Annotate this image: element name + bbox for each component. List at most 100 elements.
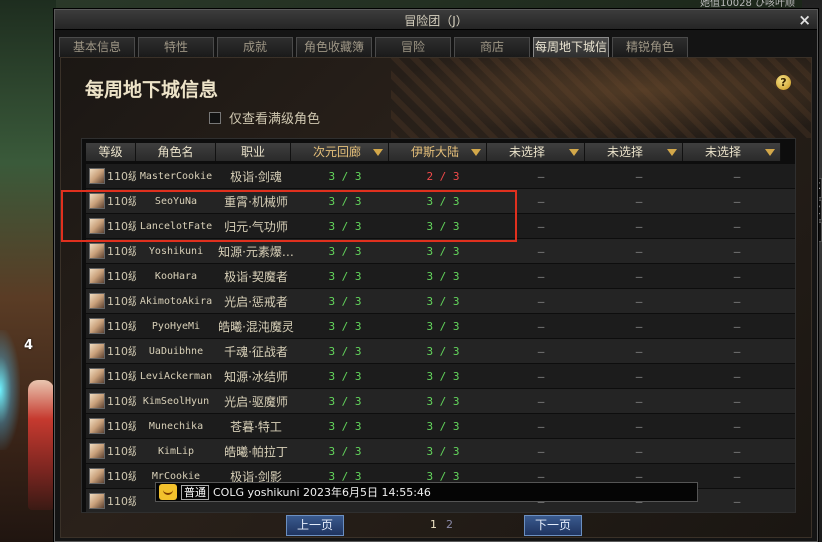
level-cell: 110级 [86,218,136,234]
avatar [89,243,105,259]
dungeon-select-3[interactable]: 未选择 [487,143,585,161]
table-row[interactable]: 110级 LancelotFate 归元·气功师 3 / 3 3 / 3 – –… [86,214,795,239]
dropdown-arrow-icon [471,149,481,156]
dungeon-select-4[interactable]: 未选择 [585,143,683,161]
dungeon-1-count: 3 / 3 [328,244,362,258]
level-cell: 110级 [86,493,136,509]
table-row[interactable]: 110级 MasterCookie 极诣·剑魂 3 / 3 2 / 3 – – … [86,164,795,189]
table-row[interactable]: 110级 SeoYuNa 重霄·机械师 3 / 3 3 / 3 – – – [86,189,795,214]
dungeon-3-count: – [537,344,545,358]
level-cell: 110级 [86,293,136,309]
character-job: 苍暮·特工 [230,419,282,434]
prev-page-button[interactable]: 上一页 [286,515,344,536]
table-row[interactable]: 110级 LeviAckerman 知源·冰结师 3 / 3 3 / 3 – –… [86,364,795,389]
dungeon-5-count: – [733,319,741,333]
dungeon-select-1[interactable]: 次元回廊 [291,143,389,161]
close-icon[interactable]: × [798,10,811,30]
dungeon-2-count: 3 / 3 [426,344,460,358]
page-number-1[interactable]: 1 [430,518,437,531]
dungeon-5-count: – [733,219,741,233]
table-row[interactable]: 110级 Munechika 苍暮·特工 3 / 3 3 / 3 – – – [86,414,795,439]
chat-message-text: COLG yoshikuni 2023年6月5日 14:55:46 [213,486,431,499]
character-name: UaDuibhne [148,345,204,357]
panel-decoration [391,58,811,138]
dungeon-2-count: 3 / 3 [426,469,460,483]
avatar [89,193,105,209]
tab-traits[interactable]: 特性 [138,37,214,57]
dungeon-select-5[interactable]: 未选择 [683,143,781,161]
character-name: KimSeolHyun [142,395,210,407]
dungeon-3-count: – [537,169,545,183]
chat-message-bar[interactable]: 普通 COLG yoshikuni 2023年6月5日 14:55:46 [155,482,698,502]
character-name: MrCookie [151,470,201,482]
header-job: 职业 [216,143,291,161]
tab-basic-info[interactable]: 基本信息 [59,37,135,57]
dungeon-select-2[interactable]: 伊斯大陆 [389,143,487,161]
avatar [89,318,105,334]
tab-adventure[interactable]: 冒险 [375,37,451,57]
dungeon-select-2-label: 伊斯大陆 [411,145,460,159]
character-name: KooHara [154,270,198,282]
character-job: 极诣·剑魂 [230,169,282,184]
smiley-icon[interactable] [159,484,177,500]
dungeon-1-count: 3 / 3 [328,319,362,333]
level-value: 110级 [107,220,136,233]
dungeon-5-count: – [733,294,741,308]
page-number-2[interactable]: 2 [446,518,453,531]
weekly-dungeon-panel: 每周地下城信息 ? 仅查看满级角色 等级 角色名 职业 次元回廊 伊斯大陆 未选… [60,57,812,538]
tab-elite-characters[interactable]: 精锐角色 [612,37,688,57]
max-level-checkbox[interactable] [209,111,221,124]
avatar [89,393,105,409]
dungeon-3-count: – [537,244,545,258]
dungeon-4-count: – [635,394,643,408]
dungeon-3-count: – [537,319,545,333]
level-cell: 110级 [86,368,136,384]
avatar [89,168,105,184]
table-row[interactable]: 110级 Yoshikuni 知源·元素爆… 3 / 3 3 / 3 – – – [86,239,795,264]
dungeon-5-count: – [733,369,741,383]
background-character [28,380,54,510]
avatar [89,268,105,284]
level-value: 110级 [107,420,136,433]
help-icon[interactable]: ? [776,75,791,90]
dungeon-1-count: 3 / 3 [328,344,362,358]
character-job: 重霄·机械师 [224,194,288,209]
dungeon-3-count: – [537,269,545,283]
dropdown-arrow-icon [765,149,775,156]
header-level: 等级 [86,143,136,161]
tab-shop[interactable]: 商店 [454,37,530,57]
level-value: 110级 [107,320,136,333]
dungeon-2-count: 3 / 3 [426,194,460,208]
window-titlebar[interactable]: 冒险团（J） × [55,10,817,30]
pagination: 上一页 1 2 下一页 [0,515,822,537]
level-cell: 110级 [86,193,136,209]
dungeon-3-count: – [537,194,545,208]
table-row[interactable]: 110级 KimSeolHyun 光启·驱魔师 3 / 3 3 / 3 – – … [86,389,795,414]
avatar [89,293,105,309]
tab-weekly-dungeon-info[interactable]: 每周地下城信息 [533,37,609,73]
level-value: 110级 [107,370,136,383]
dungeon-5-count: – [733,344,741,358]
table-row[interactable]: 110级 AkimotoAkira 光启·惩戒者 3 / 3 3 / 3 – –… [86,289,795,314]
dungeon-5-count: – [733,194,741,208]
avatar [89,468,105,484]
dungeon-4-count: – [635,319,643,333]
table-row[interactable]: 110级 KooHara 极诣·契魔者 3 / 3 3 / 3 – – – [86,264,795,289]
dungeon-2-count: 3 / 3 [426,219,460,233]
avatar [89,368,105,384]
next-page-button[interactable]: 下一页 [524,515,582,536]
dungeon-select-3-label: 未选择 [509,145,546,159]
page-title: 每周地下城信息 [85,79,219,101]
tab-achievements[interactable]: 成就 [217,37,293,57]
table-row[interactable]: 110级 KimLip 皓曦·帕拉丁 3 / 3 3 / 3 – – – [86,439,795,464]
avatar [89,343,105,359]
dungeon-4-count: – [635,294,643,308]
character-job: 光启·惩戒者 [224,294,288,309]
dungeon-2-count: 3 / 3 [426,294,460,308]
table-row[interactable]: 110级 PyoHyeMi 皓曦·混沌魔灵 3 / 3 3 / 3 – – – [86,314,795,339]
table-row[interactable]: 110级 UaDuibhne 千魂·征战者 3 / 3 3 / 3 – – – [86,339,795,364]
character-job: 千魂·征战者 [224,344,288,359]
dropdown-arrow-icon [667,149,677,156]
max-level-filter[interactable]: 仅查看满级角色 [209,108,320,127]
tab-character-collection[interactable]: 角色收藏簿 [296,37,372,57]
